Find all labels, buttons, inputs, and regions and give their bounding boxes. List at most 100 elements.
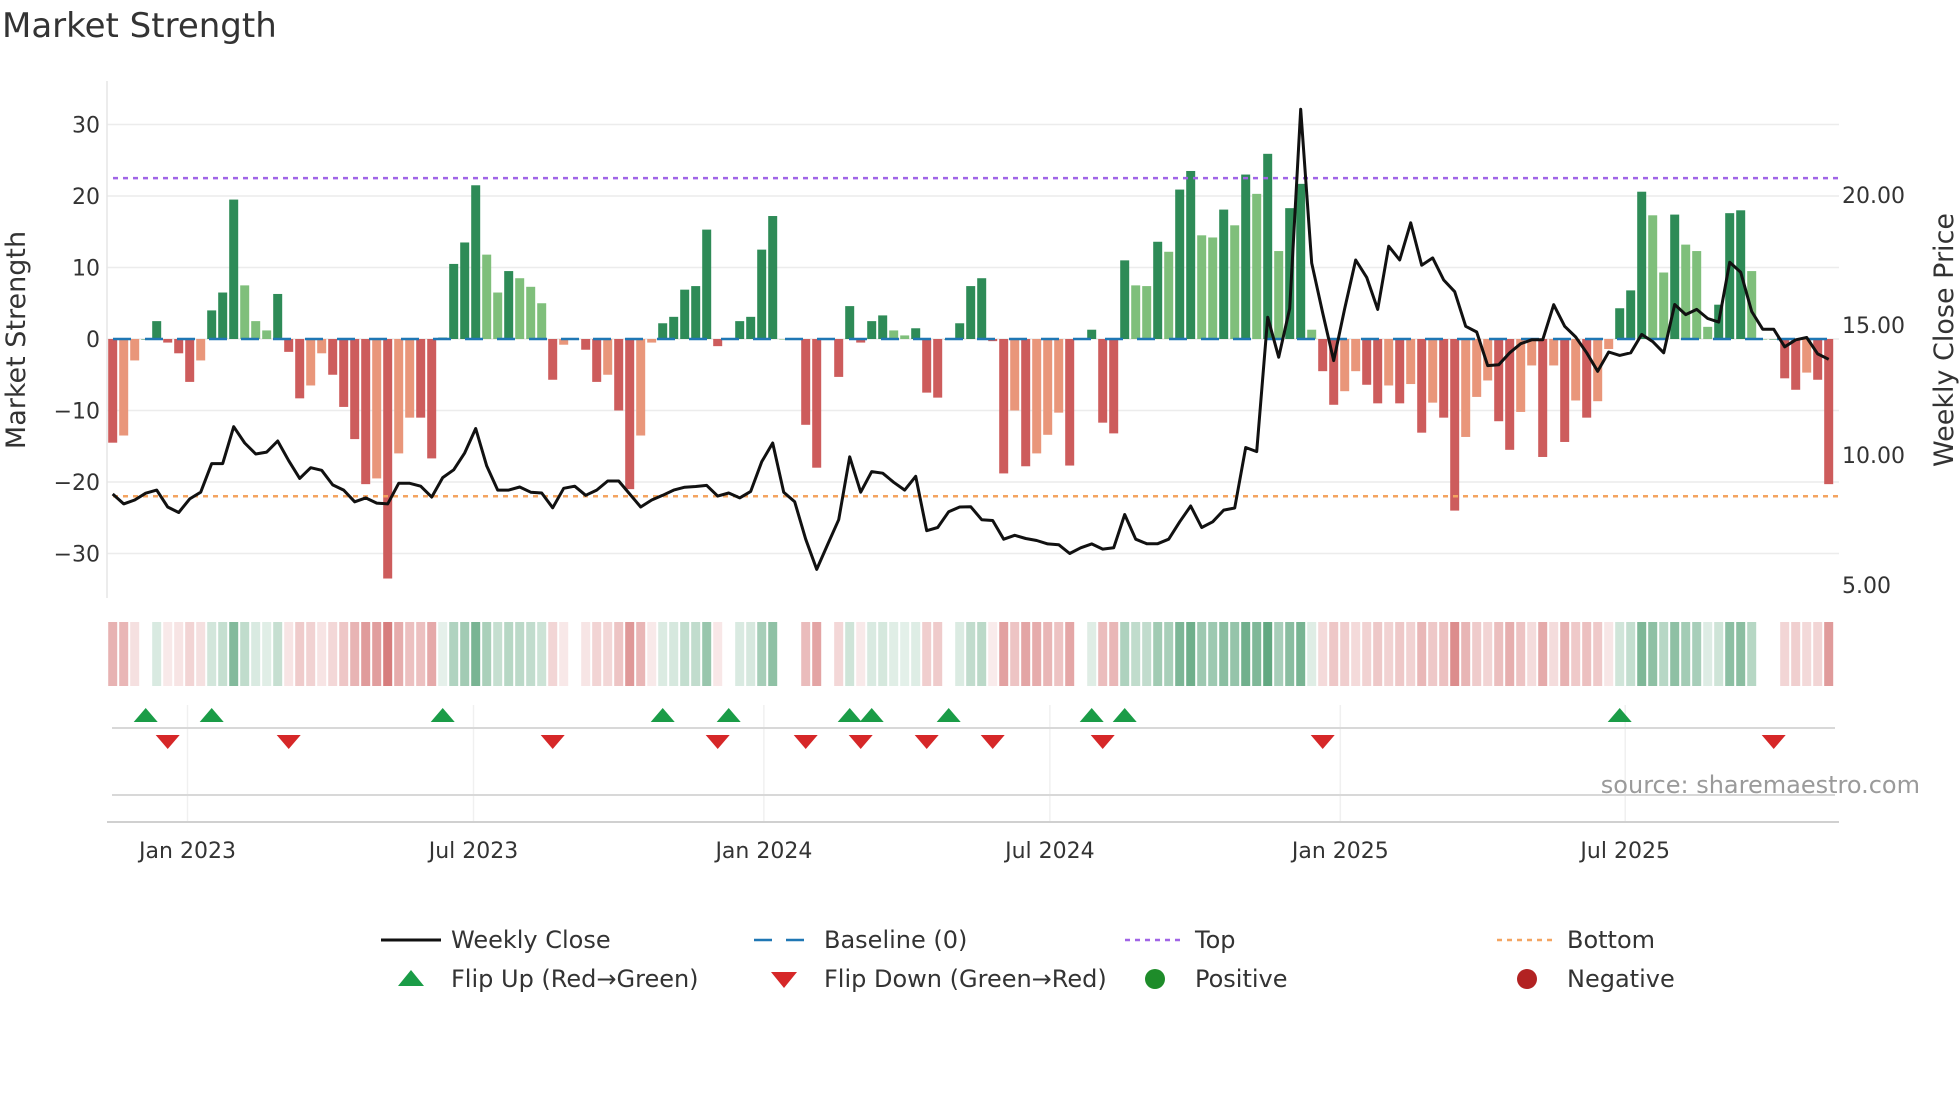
heat-strip-cell: [1439, 622, 1449, 686]
strength-bar: [1395, 339, 1405, 404]
x-tick-label: Jan 2024: [713, 839, 812, 864]
strength-bar: [218, 292, 228, 339]
strength-bar: [900, 335, 910, 339]
strength-bar: [1164, 251, 1174, 339]
legend-positive-icon: [1145, 969, 1165, 989]
heat-strip-cell: [559, 622, 569, 686]
heat-strip-cell: [185, 622, 195, 686]
legend-item-negative: Negative: [1517, 965, 1675, 993]
strength-bar: [427, 339, 437, 459]
heat-strip-cell: [922, 622, 932, 686]
heat-strip-cell: [471, 622, 481, 686]
heat-strip-cell: [735, 622, 745, 686]
heat-strip-cell: [218, 622, 228, 686]
heat-strip-cell: [548, 622, 558, 686]
legend-label: Top: [1194, 926, 1236, 954]
legend-negative-icon: [1517, 969, 1537, 989]
heat-strip-cell: [174, 622, 184, 686]
heat-strip-cell: [1065, 622, 1075, 686]
flip-down-marker: [914, 735, 939, 749]
strength-bar: [1406, 339, 1416, 385]
legend-label: Bottom: [1567, 926, 1655, 954]
y-axis-title: Market Strength: [1, 231, 32, 449]
heat-strip-cell: [1648, 622, 1658, 686]
heat-strip-cell: [691, 622, 701, 686]
strength-bar: [1043, 339, 1053, 435]
strength-bar: [834, 339, 844, 377]
heat-strip-cell: [537, 622, 547, 686]
heat-strip-cell: [284, 622, 294, 686]
heat-strip-cell: [1296, 622, 1306, 686]
heat-strip-cell: [1593, 622, 1603, 686]
heat-strip-cell: [658, 622, 668, 686]
strength-bar: [460, 242, 470, 339]
heat-strip-cell: [1153, 622, 1163, 686]
strength-bar: [1032, 339, 1042, 454]
strength-bar: [1054, 339, 1064, 413]
heat-strip-cell: [1395, 622, 1405, 686]
strength-bar: [1769, 339, 1779, 340]
heat-strip-cell: [1483, 622, 1493, 686]
strength-bar: [1362, 339, 1372, 385]
heat-strip-cell: [636, 622, 646, 686]
flip-up-marker: [650, 708, 675, 722]
flip-down-marker: [705, 735, 730, 749]
heat-strip-cell: [262, 622, 272, 686]
heat-strip-cell: [1494, 622, 1504, 686]
y-tick-label: 0: [86, 328, 100, 353]
heat-strip-cell: [1714, 622, 1724, 686]
heat-strip-cell: [680, 622, 690, 686]
heat-strip-cell: [845, 622, 855, 686]
heat-strip-cell: [1747, 622, 1757, 686]
heat-strip-cell: [1340, 622, 1350, 686]
heat-strip-cell: [1824, 622, 1834, 686]
y-tick-label: −30: [54, 543, 100, 568]
strength-bar: [1120, 260, 1130, 339]
heat-strip-cell: [416, 622, 426, 686]
legend-label: Positive: [1195, 965, 1288, 993]
heat-strip-cell: [746, 622, 756, 686]
heat-strip-cell: [1362, 622, 1372, 686]
heat-strip-cell: [757, 622, 767, 686]
heat-strip-cell: [1527, 622, 1537, 686]
x-tick-label: Jan 2025: [1290, 839, 1389, 864]
strength-bar: [1637, 191, 1647, 339]
x-tick-label: Jul 2025: [1578, 839, 1670, 864]
heat-strip-cell: [196, 622, 206, 686]
strength-bar: [306, 339, 316, 386]
strength-bar: [328, 339, 338, 375]
strength-bar: [1109, 339, 1119, 434]
flip-down-marker: [155, 735, 180, 749]
heat-strip-cell: [856, 622, 866, 686]
heat-strip-cell: [1087, 622, 1097, 686]
strength-bar: [163, 339, 173, 343]
heat-strip-cell: [867, 622, 877, 686]
legend-item-positive: Positive: [1145, 965, 1288, 993]
heat-strip-cell: [1769, 622, 1778, 686]
heat-strip-cell: [405, 622, 415, 686]
heat-strip-cell: [1186, 622, 1196, 686]
legend-item-close: Weekly Close: [381, 926, 611, 954]
y2-tick-label: 5.00: [1842, 574, 1891, 599]
strength-bar: [273, 293, 283, 339]
heat-strip-cell: [944, 622, 953, 686]
legend-label: Negative: [1567, 965, 1675, 993]
heat-strip-cell: [1406, 622, 1416, 686]
heat-strip-cell: [504, 622, 514, 686]
heat-strip-cell: [1692, 622, 1702, 686]
strength-bar: [1560, 339, 1570, 442]
strength-bar: [581, 339, 591, 350]
strength-bar: [1450, 339, 1460, 511]
heat-strip-cell: [460, 622, 470, 686]
strength-bar: [603, 339, 613, 375]
strength-bar: [1681, 244, 1691, 339]
heat-strip-cell: [900, 622, 910, 686]
flip-up-marker: [837, 708, 862, 722]
strength-bar: [625, 339, 635, 490]
strength-bar: [537, 303, 547, 339]
legend-label: Baseline (0): [824, 926, 967, 954]
strength-bar: [1472, 339, 1482, 397]
x-tick-label: Jan 2023: [137, 839, 236, 864]
strength-bar: [1824, 339, 1834, 485]
market-strength-chart: 30 20 10 0 −10 −20 −30 20.00 15.00 10.00 5.00 Marke…: [1, 81, 1960, 993]
